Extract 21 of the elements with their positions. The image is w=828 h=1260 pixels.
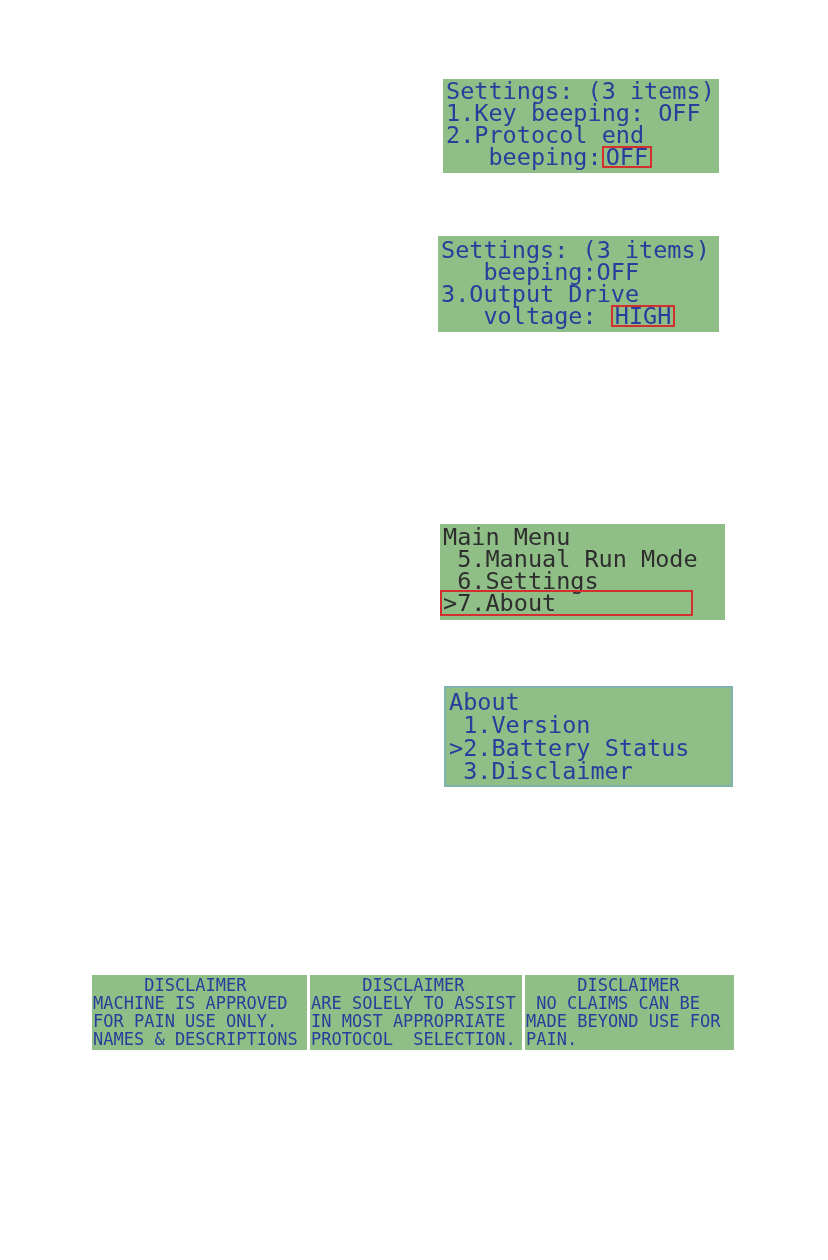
lcd-text: 3.Output Drive — [441, 284, 640, 304]
lcd-text: About — [449, 691, 520, 712]
lcd-text: DISCLAIMER — [362, 976, 465, 994]
lcd-text: PROTOCOL SELECTION. — [311, 1030, 516, 1048]
lcd-text: 5.Manual Run Mode — [457, 549, 698, 569]
lcd-text: NO CLAIMS CAN BE — [536, 994, 700, 1012]
lcd-text: 1.Version — [463, 714, 591, 735]
lcd-text: 2.Protocol end — [446, 125, 645, 145]
lcd-text: FOR PAIN USE ONLY. — [93, 1012, 278, 1030]
lcd-text: 3.Disclaimer — [463, 760, 633, 781]
lcd-text: MADE BEYOND USE FOR — [526, 1012, 721, 1030]
lcd-text: DISCLAIMER — [144, 976, 247, 994]
lcd-text: PAIN. — [526, 1030, 578, 1048]
lcd-text: Main Menu — [443, 527, 571, 547]
highlighted-setting-value: HIGH — [610, 305, 676, 327]
lcd-text: NAMES & DESCRIPTIONS — [93, 1030, 298, 1048]
lcd-text: MACHINE IS APPROVED — [93, 994, 288, 1012]
lcd-text: DISCLAIMER — [577, 976, 680, 994]
lcd-text: IN MOST APPROPRIATE — [311, 1012, 506, 1030]
highlighted-setting-value: OFF — [601, 146, 653, 168]
lcd-text: ARE SOLELY TO ASSIST — [311, 994, 516, 1012]
